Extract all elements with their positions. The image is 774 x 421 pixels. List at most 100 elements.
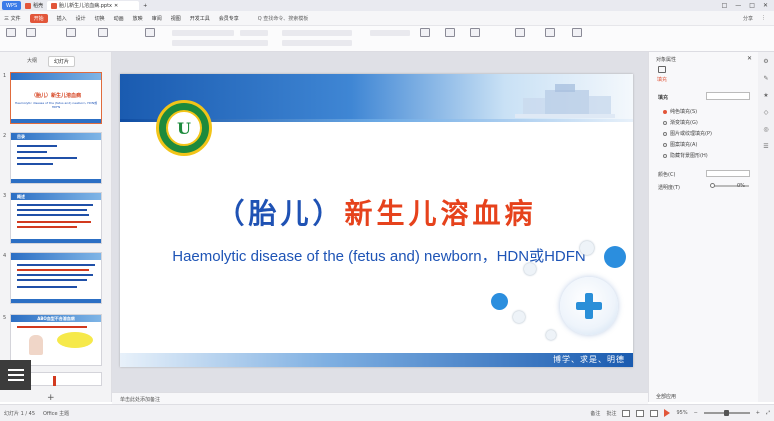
slide-thumbnail-1[interactable]: （胎儿）新生儿溶血病 Haemolytic disease of the (fe… xyxy=(10,72,102,124)
play-slideshow-icon[interactable] xyxy=(66,28,76,37)
fill-tab-label[interactable]: 填充 xyxy=(657,76,667,83)
alignment-controls[interactable] xyxy=(282,40,352,46)
close-button[interactable]: ✕ xyxy=(763,2,768,9)
slide-thumbnail-3[interactable]: 概述 xyxy=(10,192,102,244)
more-icon[interactable]: ⋮ xyxy=(761,15,766,22)
menu-design[interactable]: 设计 xyxy=(76,15,86,22)
select-icon[interactable] xyxy=(545,28,555,37)
fill-type-select[interactable] xyxy=(706,92,750,100)
menu-bar: 三 文件 开始 插入 设计 切换 动画 放映 审阅 视图 开发工具 会员专享 Q… xyxy=(0,11,774,26)
properties-icon[interactable]: ⚙ xyxy=(763,58,768,65)
replace-icon[interactable] xyxy=(515,28,525,37)
university-logo: U xyxy=(156,100,212,156)
tab-outline[interactable]: 大纲 xyxy=(22,56,42,67)
animation-icon[interactable]: ★ xyxy=(763,92,768,99)
radio-gradient-fill[interactable]: 渐变填充(G) xyxy=(663,119,698,126)
new-tab-button[interactable]: + xyxy=(139,1,151,10)
paste-icon[interactable] xyxy=(6,28,16,37)
menu-developer[interactable]: 开发工具 xyxy=(190,15,210,22)
zoom-in-icon[interactable]: + xyxy=(756,410,760,416)
thumb-title: 概述 xyxy=(17,194,25,199)
comments-toggle-button[interactable]: 批注 xyxy=(606,410,616,417)
minimize-button[interactable]: — xyxy=(735,2,741,9)
reading-view-icon[interactable] xyxy=(650,409,659,417)
floating-menu-button[interactable] xyxy=(0,360,31,390)
transparency-slider-handle[interactable] xyxy=(710,183,715,188)
tab-document[interactable]: 胎儿新生儿溶血病.pptx ✕ xyxy=(47,1,140,10)
textbox-icon[interactable] xyxy=(420,28,430,37)
color-select[interactable] xyxy=(706,170,750,177)
radio-picture-fill[interactable]: 图片或纹理填充(P) xyxy=(663,130,712,137)
slide-thumbnail-5[interactable]: ABO血型不合溶血病 xyxy=(10,314,102,366)
maximize-button[interactable]: □ xyxy=(749,2,755,9)
arrange-icon[interactable] xyxy=(470,28,480,37)
logo-letter: U xyxy=(166,110,202,146)
menu-view[interactable]: 视图 xyxy=(171,15,181,22)
fill-section-heading: 填充 xyxy=(658,95,669,101)
slide-slogan: 博学、求是、明德 xyxy=(553,355,625,364)
menu-home[interactable]: 开始 xyxy=(29,13,48,23)
thumb-figure xyxy=(29,335,43,355)
radio-pattern-fill[interactable]: 图案填充(A) xyxy=(663,141,697,148)
text-direction-control[interactable] xyxy=(370,30,410,36)
settings-icon[interactable]: ☰ xyxy=(763,143,768,150)
decor-bubble xyxy=(580,241,594,255)
slide-1[interactable]: U （胎儿）新生儿溶血病 Haemolytic disease of the (… xyxy=(120,74,633,367)
sorter-view-icon[interactable] xyxy=(636,409,645,417)
thumb-callout xyxy=(57,332,93,348)
campus-building-image xyxy=(515,84,615,118)
menu-animation[interactable]: 动画 xyxy=(114,15,124,22)
add-slide-button[interactable]: + xyxy=(47,393,55,403)
notes-toggle-button[interactable]: 备注 xyxy=(590,410,600,417)
menu-transitions[interactable]: 切换 xyxy=(95,15,105,22)
menu-file[interactable]: 三 文件 xyxy=(4,15,21,22)
tab-slides[interactable]: 幻灯片 xyxy=(48,56,76,67)
shape-icon[interactable]: ◇ xyxy=(764,109,769,116)
new-slide-icon[interactable] xyxy=(98,28,108,37)
close-tab-icon[interactable]: ✕ xyxy=(114,3,118,9)
slide-thumbnail-2[interactable]: 目录 xyxy=(10,132,102,184)
radio-hide-background[interactable]: 隐藏背景图形(H) xyxy=(663,152,708,159)
title-paren-part: （胎儿） xyxy=(216,197,345,230)
radio-label: 渐变填充(G) xyxy=(670,120,698,126)
window-layout-icon[interactable]: □ xyxy=(722,2,728,9)
apply-all-button[interactable]: 全部应用 xyxy=(656,393,676,400)
transparency-value[interactable]: 0% xyxy=(737,183,745,189)
play-icon[interactable] xyxy=(664,409,671,417)
normal-view-icon[interactable] xyxy=(622,409,631,417)
find-icon[interactable] xyxy=(572,28,582,37)
thumb-number: 2 xyxy=(3,133,7,139)
share-button[interactable]: 分享 xyxy=(743,15,753,22)
style-icon[interactable]: ✎ xyxy=(763,75,768,82)
font-name-select[interactable] xyxy=(172,30,234,36)
zoom-slider[interactable] xyxy=(703,410,750,416)
menu-member[interactable]: 会员专享 xyxy=(219,15,239,22)
tab-docer[interactable]: 稻壳 xyxy=(21,1,47,10)
thumb-number: 1 xyxy=(3,73,7,79)
radio-solid-fill[interactable]: 纯色填充(S) xyxy=(663,108,697,115)
shapes-icon[interactable] xyxy=(445,28,455,37)
fit-window-icon[interactable]: ⤢ xyxy=(766,410,770,416)
app-tab-wps[interactable]: WPS xyxy=(2,1,22,10)
slide-thumbnail-4[interactable] xyxy=(10,252,102,304)
font-format-controls[interactable] xyxy=(172,40,268,46)
fill-icon[interactable] xyxy=(658,66,666,73)
menu-insert[interactable]: 插入 xyxy=(57,15,67,22)
tab-document-label: 胎儿新生儿溶血病.pptx xyxy=(59,3,113,9)
layout-icon[interactable] xyxy=(145,28,155,37)
zoom-level[interactable]: 95% xyxy=(676,410,687,416)
ribbon-toolbar xyxy=(0,26,774,52)
slide-thumbnail-panel: 大纲 幻灯片 1 （胎儿）新生儿溶血病 Haemolytic disease o… xyxy=(0,52,112,403)
command-search-input[interactable]: Q 查找命令、搜索模板 xyxy=(258,15,309,22)
decor-bubble xyxy=(513,311,525,323)
thumb-title: （胎儿）新生儿溶血病 xyxy=(30,93,81,99)
paragraph-controls[interactable] xyxy=(282,30,352,36)
location-icon[interactable]: ◎ xyxy=(763,126,768,133)
zoom-out-icon[interactable]: − xyxy=(694,410,698,416)
close-panel-icon[interactable]: ✕ xyxy=(747,55,752,62)
menu-review[interactable]: 审阅 xyxy=(152,15,162,22)
font-size-select[interactable] xyxy=(240,30,268,36)
cut-icon[interactable] xyxy=(26,28,36,37)
menu-slideshow[interactable]: 放映 xyxy=(133,15,143,22)
notes-pane[interactable]: 单击此处添加备注 xyxy=(112,392,648,404)
